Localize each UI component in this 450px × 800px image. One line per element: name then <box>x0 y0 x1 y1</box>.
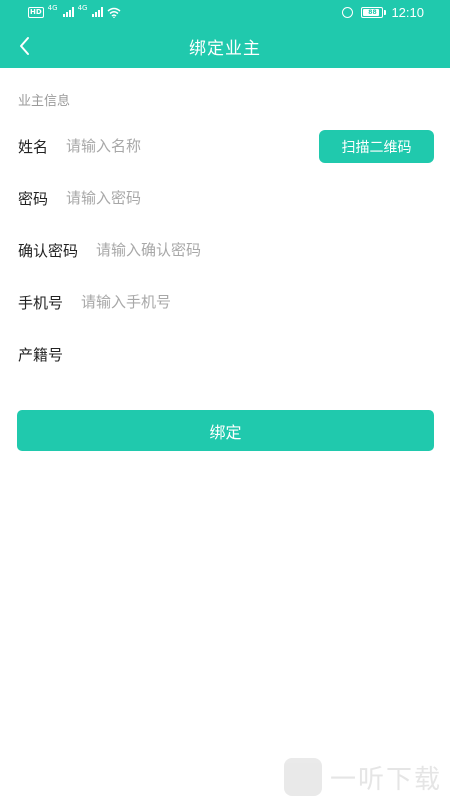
watermark-text: 一听下载 <box>329 764 442 795</box>
battery-level: 88 <box>368 8 377 16</box>
top-bar: HD 4G 4G 88 12:10 绑定业主 <box>0 0 450 68</box>
signal-icon-2 <box>92 7 104 17</box>
confirm-password-input[interactable] <box>96 241 434 259</box>
field-label-phone: 手机号 <box>18 293 64 312</box>
password-input[interactable] <box>66 189 434 207</box>
field-row-password: 密码 <box>18 178 434 218</box>
bind-owner-screen: HD 4G 4G 88 12:10 绑定业主 业主信息 姓名 请输入名称 扫描二… <box>0 0 450 800</box>
status-bar: HD 4G 4G 88 12:10 <box>0 0 450 24</box>
hd-badge: HD <box>28 6 44 18</box>
watermark-logo-icon <box>283 758 322 796</box>
field-row-phone: 手机号 <box>18 282 434 322</box>
watermark: 一听下载 <box>283 758 442 796</box>
property-number-input[interactable] <box>81 345 434 363</box>
bind-button[interactable]: 绑定 <box>17 410 434 451</box>
scan-qr-button[interactable]: 扫描二维码 <box>319 130 434 163</box>
section-title: 业主信息 <box>18 94 71 109</box>
app-header: 绑定业主 <box>0 24 450 68</box>
status-right: 88 12:10 <box>342 4 424 20</box>
field-label-property-number: 产籍号 <box>18 345 64 364</box>
battery-icon: 88 <box>361 6 387 18</box>
field-label-name: 姓名 <box>18 137 49 156</box>
phone-input[interactable] <box>81 293 434 311</box>
status-left: HD 4G 4G <box>28 5 121 19</box>
network-type: 4G <box>47 4 58 12</box>
field-label-confirm-password: 确认密码 <box>18 241 79 260</box>
wifi-icon <box>107 7 121 18</box>
clock: 12:10 <box>391 4 424 20</box>
field-row-confirm-password: 确认密码 <box>18 230 434 270</box>
field-row-property-number: 产籍号 <box>18 334 434 374</box>
alarm-icon <box>342 6 354 18</box>
field-label-password: 密码 <box>18 189 49 208</box>
page-title: 绑定业主 <box>189 39 261 59</box>
field-row-name: 姓名 扫描二维码 <box>18 126 434 166</box>
network-type-2: 4G <box>77 4 88 12</box>
signal-icon <box>62 7 74 17</box>
